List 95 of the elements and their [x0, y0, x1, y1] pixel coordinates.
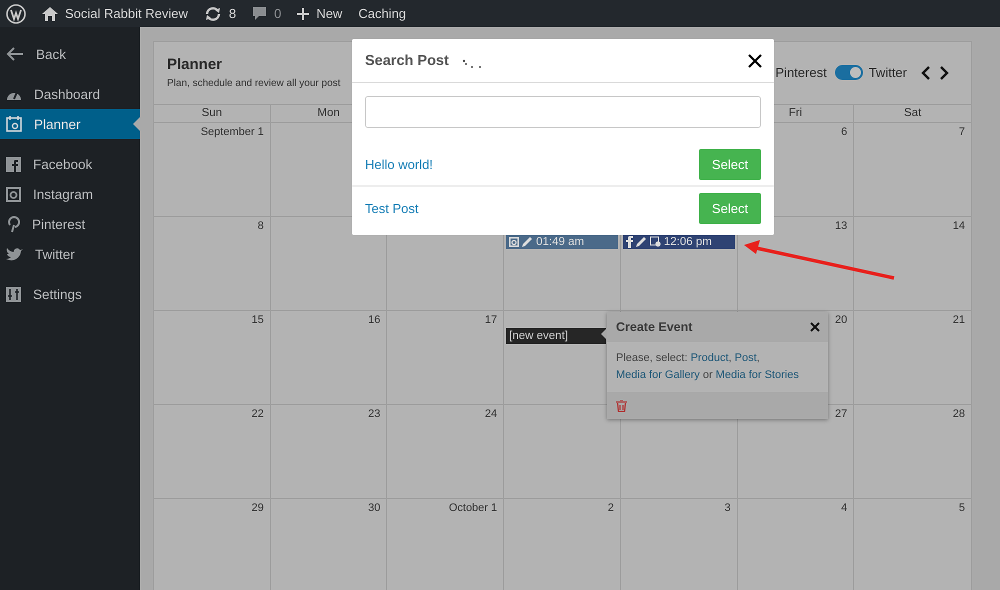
day-cell[interactable]: 15 [154, 311, 271, 405]
day-cell[interactable]: 24 [387, 405, 504, 499]
plus-icon [297, 8, 310, 20]
day-number: 6 [841, 126, 848, 138]
planner-subtitle: Plan, schedule and review all your post [167, 78, 340, 89]
search-field[interactable] [365, 96, 761, 128]
weekday-header: Sat [904, 107, 922, 119]
day-cell[interactable]: 30 [270, 499, 388, 590]
network-label: Pinterest [775, 65, 827, 80]
planner-title: Planner [167, 56, 224, 73]
network-label: Twitter [868, 65, 907, 80]
day-number: 29 [251, 502, 264, 514]
day-number: 27 [835, 408, 848, 420]
day-cell[interactable]: 3 [620, 499, 738, 590]
day-number: October 1 [448, 502, 498, 514]
day-number: 15 [251, 314, 264, 326]
day-number: 14 [952, 220, 965, 232]
day-cell[interactable]: September 1 [154, 123, 271, 217]
weekday-header: Fri [788, 107, 802, 119]
close-icon[interactable] [810, 322, 820, 332]
popover-link[interactable]: Post [734, 352, 757, 364]
sidebar-item[interactable]: Dashboard [0, 79, 140, 109]
day-cell[interactable]: 8 [154, 217, 271, 311]
day-cell[interactable]: 29 [154, 499, 271, 590]
day-cell[interactable]: 2 [504, 499, 621, 590]
day-cell[interactable]: October 1 [387, 499, 504, 590]
day-number: September 1 [200, 126, 264, 138]
day-cell[interactable]: 17 [387, 311, 504, 405]
calendar-event[interactable]: [new event] [506, 328, 606, 344]
sidebar-item[interactable]: Instagram [0, 179, 140, 209]
day-number: 22 [251, 408, 264, 420]
sidebar-item[interactable]: Planner [0, 109, 140, 139]
sidebar-item[interactable]: Back [0, 39, 140, 69]
day-number: 7 [958, 126, 965, 138]
day-number: 28 [952, 408, 965, 420]
site-link[interactable]: Social Rabbit Review [42, 6, 188, 21]
day-number: 8 [258, 220, 264, 232]
sidebar-item[interactable]: Settings [0, 279, 140, 309]
day-cell[interactable]: 16 [270, 311, 388, 405]
instagram-icon [6, 186, 21, 202]
popover-link[interactable]: Product [690, 352, 729, 364]
trash-icon[interactable] [616, 400, 627, 412]
calendar-clock-icon [650, 236, 661, 247]
new-link[interactable]: New [297, 6, 342, 21]
day-number: 21 [952, 314, 965, 326]
spinner-icon [462, 58, 482, 68]
day-cell[interactable]: 4 [738, 499, 854, 590]
sliders-icon [6, 286, 21, 302]
day-number: 13 [835, 220, 848, 232]
popover-link[interactable]: Media for Stories [716, 369, 799, 381]
close-icon[interactable] [748, 54, 762, 68]
weekday-header: Sun [202, 107, 222, 119]
day-number: 23 [368, 408, 380, 420]
facebook-icon [6, 156, 21, 172]
day-number: 30 [368, 502, 380, 514]
updates-link[interactable]: 8 [204, 6, 236, 22]
day-cell[interactable]: 5 [854, 499, 971, 590]
day-number: 4 [841, 502, 848, 514]
wordpress-logo-icon[interactable] [6, 4, 26, 24]
sidebar-item[interactable]: Twitter [0, 239, 140, 269]
weekday-header: Mon [317, 107, 340, 119]
post-title-link[interactable]: Hello world! [365, 156, 433, 172]
calendar-event[interactable]: 01:49 am [506, 234, 618, 249]
calendar-event[interactable]: 12:06 pm [622, 234, 735, 249]
sidebar-item[interactable]: Pinterest [0, 209, 140, 239]
dialog-title: Search Post [365, 52, 449, 68]
day-cell[interactable]: 28 [854, 405, 971, 499]
day-cell[interactable]: 7 [854, 123, 971, 217]
day-number: 16 [368, 314, 380, 326]
previous-icon[interactable] [921, 66, 931, 80]
day-cell[interactable]: 14 [854, 217, 971, 311]
comment-icon [252, 6, 268, 21]
next-icon[interactable] [939, 66, 949, 80]
calendar-icon [6, 116, 22, 132]
day-number: 17 [484, 314, 498, 326]
day-number: 20 [835, 314, 848, 326]
twitter-icon [6, 247, 23, 261]
refresh-icon [204, 6, 222, 22]
day-cell[interactable]: 23 [270, 405, 388, 499]
day-number: 24 [484, 408, 498, 420]
sidebar-item[interactable]: Facebook [0, 149, 140, 179]
instagram-icon [509, 236, 520, 246]
post-title-link[interactable]: Test Post [365, 200, 418, 216]
caching-link[interactable]: Caching [358, 6, 406, 21]
day-number: 5 [958, 502, 965, 514]
comments-link[interactable]: 0 [252, 6, 282, 21]
toggle-switch[interactable] [834, 65, 863, 80]
day-cell[interactable]: 21 [854, 311, 971, 405]
day-number: 2 [608, 502, 614, 514]
pinterest-icon [6, 216, 20, 232]
back-arrow-icon [6, 47, 24, 61]
facebook-icon [626, 236, 633, 248]
day-number: 3 [724, 502, 731, 514]
home-icon [42, 6, 58, 20]
day-cell[interactable]: 22 [154, 405, 271, 499]
